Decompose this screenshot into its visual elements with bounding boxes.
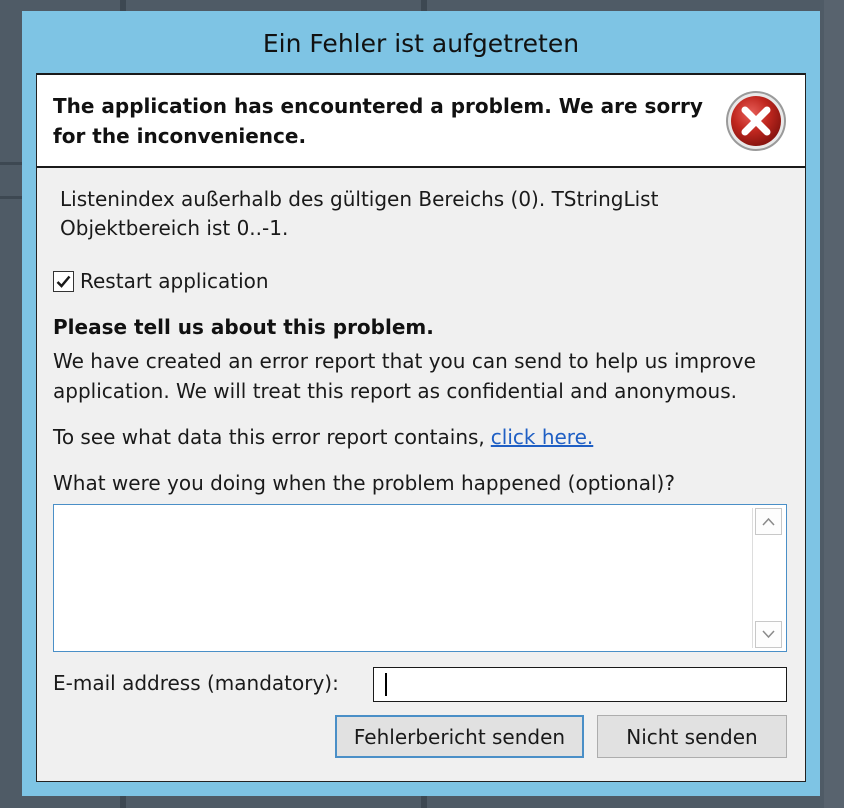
text-caret [385,673,387,696]
checkmark-icon [56,275,71,288]
chevron-down-icon [762,630,775,639]
restart-label[interactable]: Restart application [80,269,269,293]
feedback-heading: Please tell us about this problem. [53,315,434,339]
send-report-button[interactable]: Fehlerbericht senden [335,715,584,758]
error-message: Listenindex außerhalb des gültigen Berei… [60,187,659,240]
restart-checkbox[interactable] [53,270,74,292]
error-icon [726,91,786,151]
scroll-up-button[interactable] [755,508,782,535]
background-divider-horizontal [0,162,22,165]
header-panel: The application has encountered a proble… [37,73,805,168]
background-divider-horizontal [0,196,22,199]
error-dialog: Ein Fehler ist aufgetreten The applicati… [22,11,820,796]
window-title: Ein Fehler ist aufgetreten [262,28,580,58]
dialog-body: The application has encountered a proble… [36,73,806,782]
doing-textarea[interactable] [53,504,787,652]
restart-option[interactable]: Restart application [53,269,269,293]
title-bar[interactable]: Ein Fehler ist aufgetreten [22,11,820,73]
report-data-row: To see what data this error report conta… [53,425,593,449]
feedback-description: We have created an error report that you… [53,349,756,403]
email-input[interactable] [373,667,787,702]
email-label: E-mail address (mandatory): [53,671,339,695]
scroll-down-button[interactable] [755,621,782,648]
doing-label: What were you doing when the problem hap… [53,471,675,495]
background-right-panel [824,0,844,808]
vertical-scrollbar[interactable] [752,508,783,648]
chevron-up-icon [762,517,775,526]
report-data-text: To see what data this error report conta… [53,425,485,449]
header-message: The application has encountered a proble… [53,94,703,148]
report-data-link[interactable]: click here. [491,425,593,449]
dont-send-button[interactable]: Nicht senden [597,715,787,758]
